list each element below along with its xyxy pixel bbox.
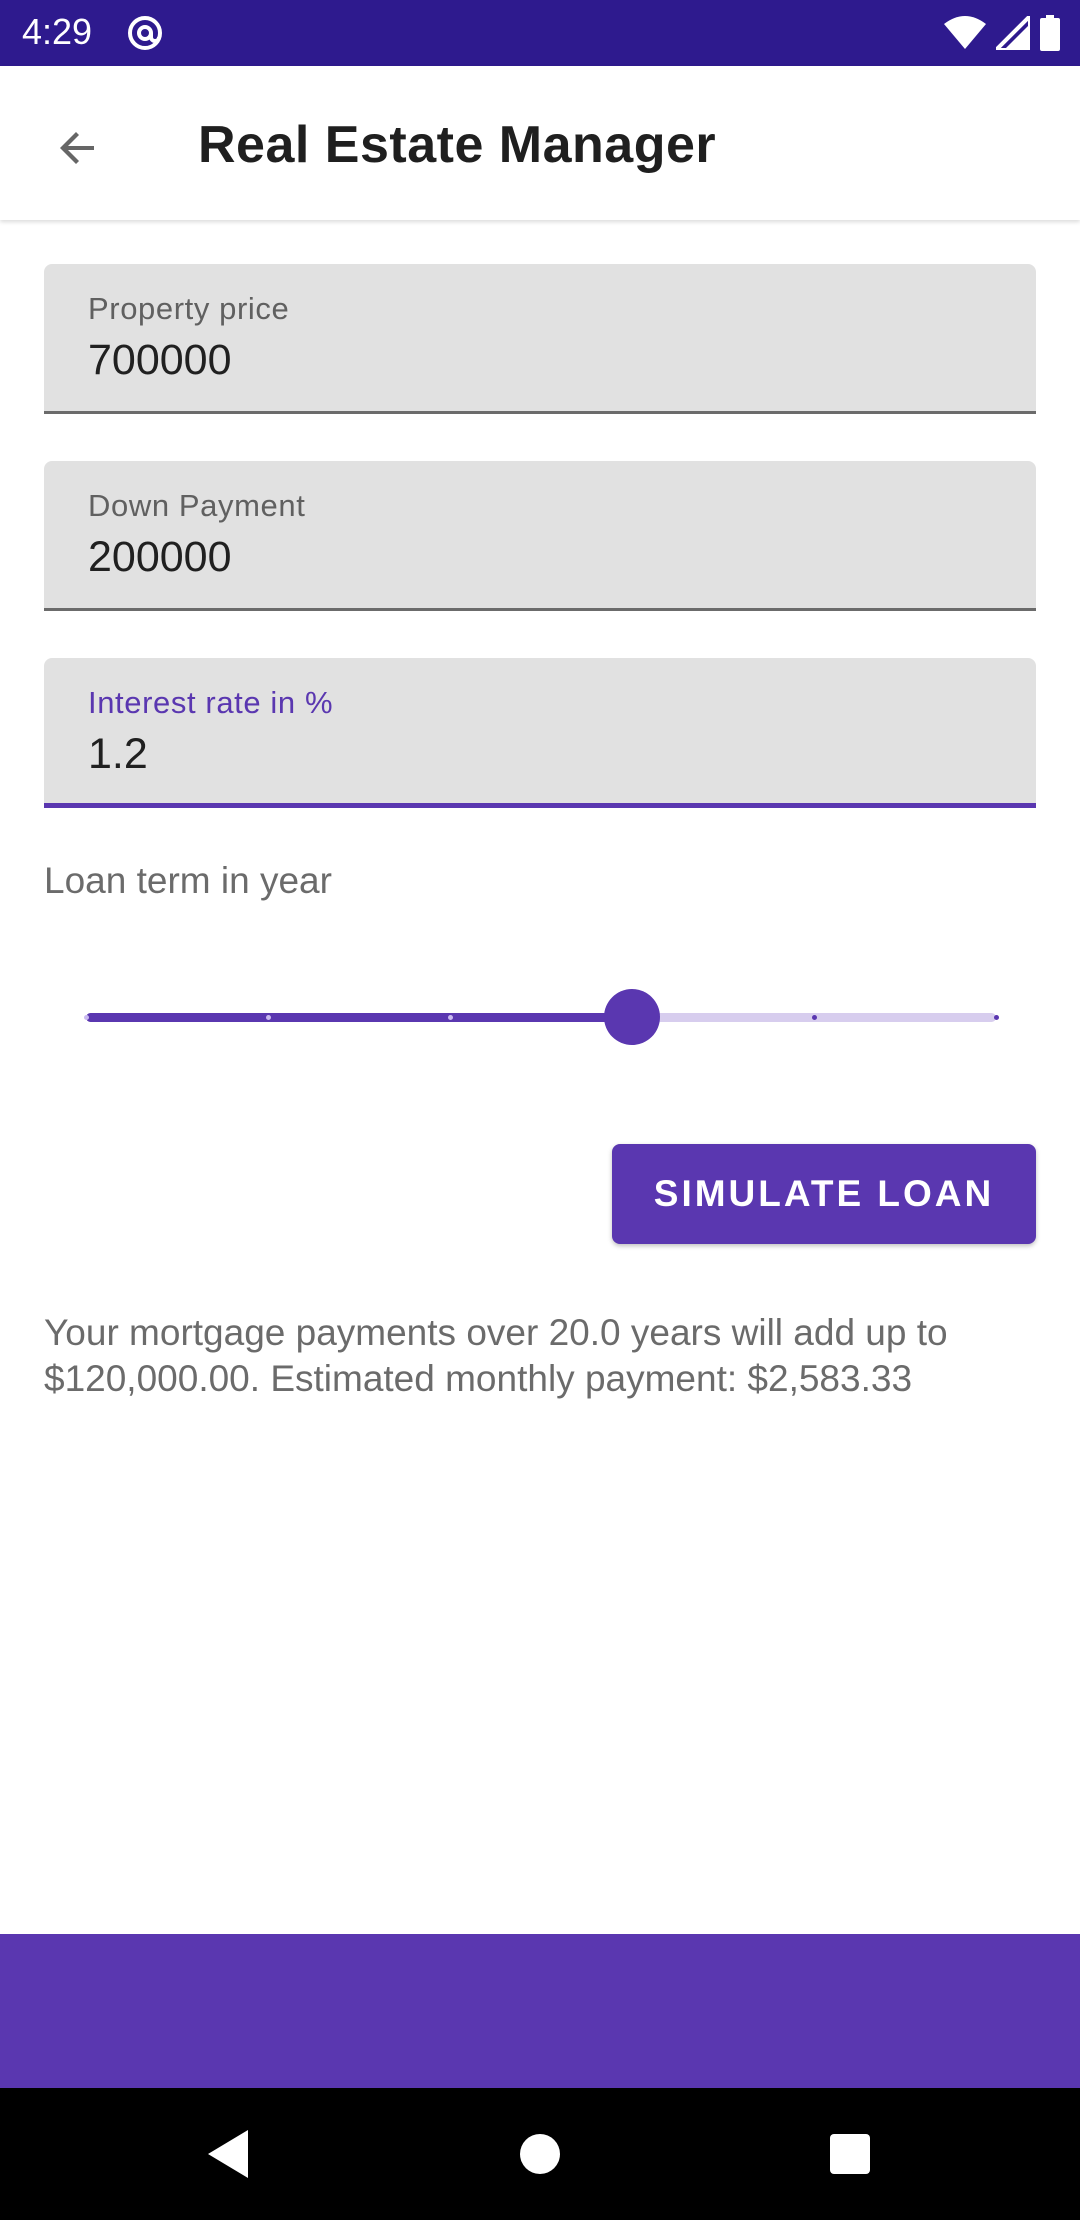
bottom-bar	[0, 1934, 1080, 2088]
wifi-icon	[944, 16, 986, 49]
slider-tick	[811, 1015, 817, 1020]
interest-rate-field[interactable]: Interest rate in % 1.2	[44, 658, 1036, 808]
page-title: Real Estate Manager	[198, 116, 717, 174]
loan-term-slider[interactable]	[83, 980, 999, 1054]
status-icons	[944, 12, 1060, 54]
down-payment-label: Down Payment	[88, 488, 306, 523]
battery-icon	[1040, 15, 1060, 51]
status-bar: 4:29	[0, 0, 1080, 66]
nav-home-button[interactable]	[510, 2124, 570, 2184]
nav-back-icon	[208, 2130, 248, 2178]
status-time: 4:29	[22, 11, 93, 52]
down-payment-field[interactable]: Down Payment 200000	[44, 461, 1036, 611]
system-nav-bar	[0, 2088, 1080, 2220]
slider-tick	[265, 1015, 271, 1020]
slider-tick	[447, 1015, 453, 1020]
nav-back-button[interactable]	[198, 2124, 258, 2184]
signal-icon	[996, 16, 1030, 50]
nav-recents-button[interactable]	[820, 2124, 880, 2184]
interest-rate-value: 1.2	[88, 730, 148, 778]
simulate-loan-button[interactable]: SIMULATE LOAN	[612, 1144, 1036, 1244]
nav-home-icon	[520, 2134, 560, 2174]
arrow-back-icon	[60, 132, 94, 164]
property-price-field[interactable]: Property price 700000	[44, 264, 1036, 414]
at-sign-icon	[128, 16, 162, 50]
slider-active-track	[86, 1013, 632, 1022]
property-price-label: Property price	[88, 291, 290, 326]
property-price-value: 700000	[88, 336, 232, 384]
app-bar: Real Estate Manager	[0, 66, 1080, 220]
loan-result-text: Your mortgage payments over 20.0 years w…	[44, 1312, 948, 1399]
slider-tick	[83, 1015, 89, 1020]
back-button[interactable]	[38, 108, 118, 188]
interest-rate-label: Interest rate in %	[88, 685, 334, 720]
down-payment-value: 200000	[88, 533, 232, 581]
nav-recents-icon	[830, 2134, 870, 2174]
slider-tick	[993, 1015, 999, 1020]
loan-term-label: Loan term in year	[44, 860, 332, 901]
slider-thumb[interactable]	[604, 989, 660, 1045]
